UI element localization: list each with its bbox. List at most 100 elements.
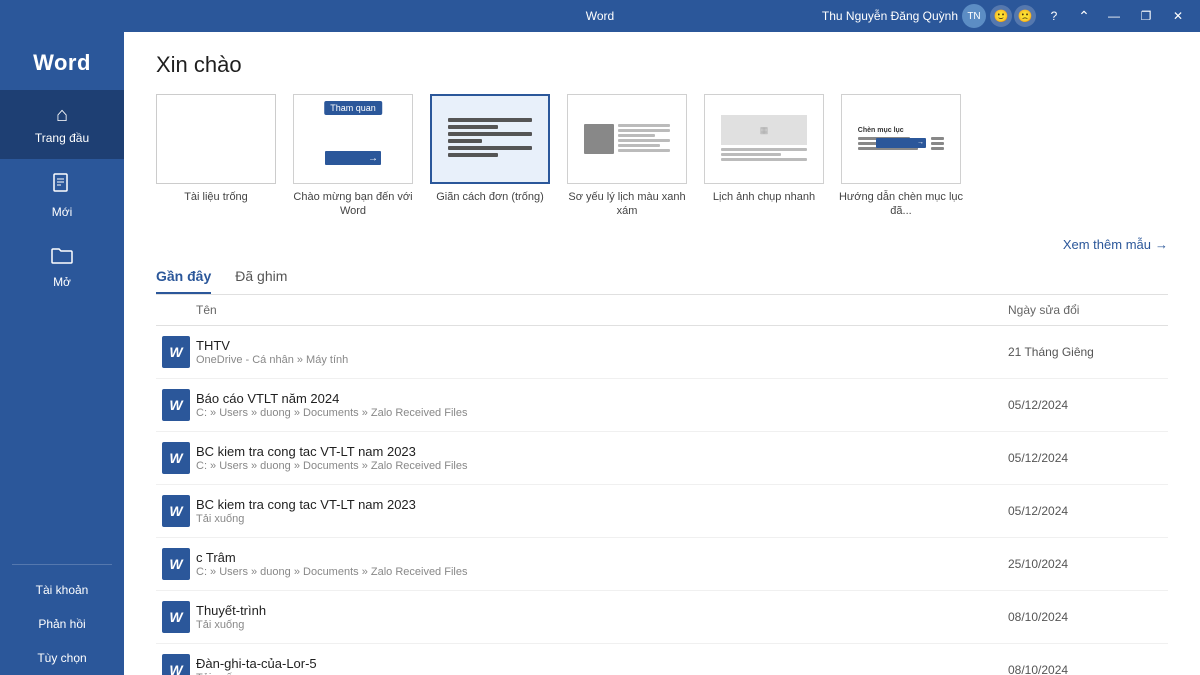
tham-quan-arrow: → [325, 151, 381, 165]
sidebar-item-options[interactable]: Tùy chọn [0, 641, 124, 675]
template-thumb-toc: Chèn mục lục [841, 94, 961, 184]
welcome-title: Xin chào [156, 52, 1168, 78]
toc-layout: Chèn mục lục [854, 123, 948, 156]
file-info: BC kiem tra cong tac VT-LT nam 2023 C: »… [196, 444, 1008, 472]
file-icon-wrap [156, 389, 196, 421]
file-row[interactable]: THTV OneDrive - Cá nhân » Máy tính 21 Th… [156, 326, 1168, 379]
help-button[interactable]: ? [1040, 5, 1068, 27]
see-more-link[interactable]: Xem thêm mẫu → [1063, 237, 1168, 252]
template-label-simple: Giãn cách đơn (trống) [436, 190, 544, 204]
file-path: OneDrive - Cá nhân » Máy tính [196, 354, 1008, 366]
sidebar-item-home[interactable]: ⌂ Trang đầu [0, 90, 124, 159]
file-name: Thuyết-trình [196, 603, 1008, 618]
file-row[interactable]: Báo cáo VTLT năm 2024 C: » Users » duong… [156, 379, 1168, 432]
template-thumb-tour: Tham quan → [293, 94, 413, 184]
word-doc-icon [162, 336, 190, 368]
file-row[interactable]: BC kiem tra cong tac VT-LT nam 2023 Tải … [156, 485, 1168, 538]
sidebar-item-open[interactable]: Mở [0, 233, 124, 303]
sidebar-item-new[interactable]: Mới [0, 159, 124, 233]
see-more-row: Xem thêm mẫu → [156, 237, 1168, 252]
file-name: BC kiem tra cong tac VT-LT nam 2023 [196, 497, 1008, 512]
tab-recent[interactable]: Gần đây [156, 268, 211, 294]
template-thumb-simple [430, 94, 550, 184]
file-date: 05/12/2024 [1008, 504, 1168, 518]
file-info: THTV OneDrive - Cá nhân » Máy tính [196, 338, 1008, 366]
restore-button[interactable]: ❐ [1132, 5, 1160, 27]
photo-layout: ▦ [717, 111, 811, 167]
file-path: Tải xuống [196, 513, 1008, 525]
sidebar-logo: Word [0, 32, 124, 90]
see-more-label: Xem thêm mẫu [1063, 237, 1151, 252]
file-name: Báo cáo VTLT năm 2024 [196, 391, 1008, 406]
tabs-row: Gần đây Đã ghim [156, 268, 1168, 295]
template-simple[interactable]: Giãn cách đơn (trống) [430, 94, 550, 204]
app-title: Word [586, 9, 614, 23]
template-label-toc: Hướng dẫn chèn mục lục đã... [836, 190, 966, 219]
title-bar: Word Thu Nguyễn Đăng Quỳnh TN 🙂 🙁 ? ⌃ — … [0, 0, 1200, 32]
template-thumb-blank [156, 94, 276, 184]
file-icon-wrap [156, 336, 196, 368]
word-doc-icon [162, 389, 190, 421]
avatar: TN [962, 4, 986, 28]
file-info: Báo cáo VTLT năm 2024 C: » Users » duong… [196, 391, 1008, 419]
file-date: 21 Tháng Giêng [1008, 345, 1168, 359]
resume-layout [580, 120, 674, 158]
sad-icon[interactable]: 🙁 [1014, 5, 1036, 27]
word-doc-icon [162, 654, 190, 675]
template-label-blank: Tài liệu trống [184, 190, 248, 204]
file-path: C: » Users » duong » Documents » Zalo Re… [196, 566, 1008, 578]
sidebar-item-account[interactable]: Tài khoản [0, 573, 124, 607]
file-row[interactable]: Thuyết-trình Tải xuống 08/10/2024 [156, 591, 1168, 644]
file-row[interactable]: BC kiem tra cong tac VT-LT nam 2023 C: »… [156, 432, 1168, 485]
template-blank[interactable]: Tài liệu trống [156, 94, 276, 204]
sidebar: Word ⌂ Trang đầu Mới Mở [0, 32, 124, 675]
col-header-name: Tên [156, 303, 1008, 317]
sidebar-item-open-label: Mở [53, 275, 71, 289]
file-name: THTV [196, 338, 1008, 353]
file-info: BC kiem tra cong tac VT-LT nam 2023 Tải … [196, 497, 1008, 525]
minimize-button[interactable]: — [1100, 5, 1128, 27]
file-name: Đàn-ghi-ta-của-Lor-5 [196, 656, 1008, 671]
file-path: C: » Users » duong » Documents » Zalo Re… [196, 407, 1008, 419]
template-thumb-photo: ▦ [704, 94, 824, 184]
close-button[interactable]: ✕ [1164, 5, 1192, 27]
ribbon-toggle-button[interactable]: ⌃ [1072, 5, 1096, 27]
resume-left [584, 124, 614, 154]
photo-rect: ▦ [721, 115, 807, 145]
happy-icon[interactable]: 🙂 [990, 5, 1012, 27]
file-icon-wrap [156, 654, 196, 675]
user-info: Thu Nguyễn Đăng Quỳnh TN [822, 4, 986, 28]
resume-right [618, 124, 670, 154]
file-list-header: Tên Ngày sửa đổi [156, 295, 1168, 326]
file-date: 08/10/2024 [1008, 663, 1168, 675]
simple-lines [444, 114, 537, 164]
reaction-icons: 🙂 🙁 [990, 5, 1036, 27]
sidebar-item-feedback[interactable]: Phản hồi [0, 607, 124, 641]
template-tour[interactable]: Tham quan → Chào mừng bạn đến với Word [288, 94, 418, 219]
file-path: Tải xuống [196, 619, 1008, 631]
user-name: Thu Nguyễn Đăng Quỳnh [822, 9, 958, 23]
sidebar-bottom: Tài khoản Phản hồi Tùy chọn [0, 556, 124, 675]
main-layout: Word ⌂ Trang đầu Mới Mở [0, 32, 1200, 675]
file-row[interactable]: c Trâm C: » Users » duong » Documents » … [156, 538, 1168, 591]
templates-row: Tài liệu trống Tham quan → Chào mừng bạn… [156, 94, 1168, 227]
file-icon-wrap [156, 548, 196, 580]
title-bar-controls: Thu Nguyễn Đăng Quỳnh TN 🙂 🙁 ? ⌃ — ❐ ✕ [822, 4, 1192, 28]
col-header-date: Ngày sửa đổi [1008, 303, 1168, 317]
template-toc[interactable]: Chèn mục lục [836, 94, 966, 219]
sidebar-item-new-label: Mới [52, 205, 73, 219]
template-resume[interactable]: Sơ yếu lý lịch màu xanh xám [562, 94, 692, 219]
template-thumb-resume [567, 94, 687, 184]
word-doc-icon [162, 442, 190, 474]
file-name: c Trâm [196, 550, 1008, 565]
file-path: Tải xuống [196, 672, 1008, 675]
file-date: 08/10/2024 [1008, 610, 1168, 624]
tab-pinned[interactable]: Đã ghim [235, 268, 287, 294]
tham-quan-badge: Tham quan [324, 101, 382, 115]
file-date: 05/12/2024 [1008, 398, 1168, 412]
file-row[interactable]: Đàn-ghi-ta-của-Lor-5 Tải xuống 08/10/202… [156, 644, 1168, 675]
file-icon-wrap [156, 442, 196, 474]
template-photo[interactable]: ▦ Lịch ảnh chụp nhanh [704, 94, 824, 204]
file-icon-wrap [156, 601, 196, 633]
new-doc-icon [52, 173, 72, 201]
